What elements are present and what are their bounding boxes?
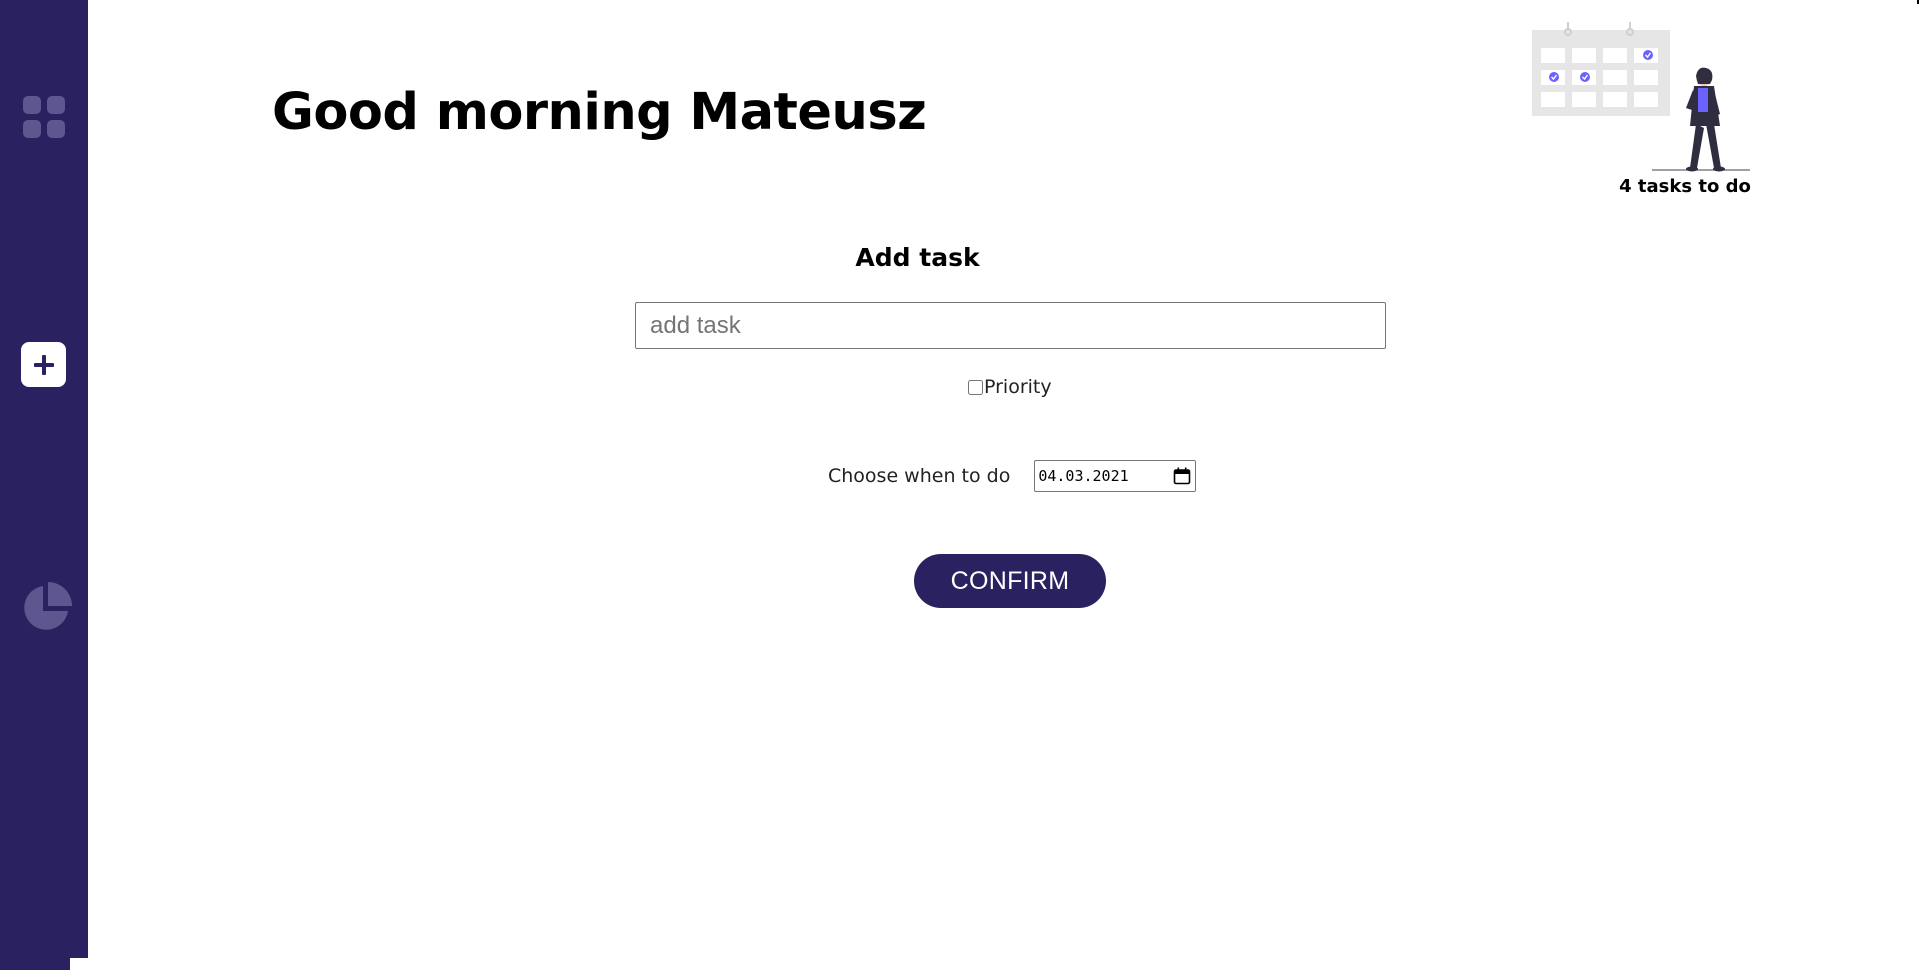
priority-label[interactable]: Priority bbox=[984, 376, 1052, 398]
priority-row: Priority bbox=[968, 375, 1052, 399]
calendar-icon[interactable] bbox=[1173, 467, 1191, 485]
plus-icon bbox=[33, 354, 54, 375]
add-task-heading: Add task bbox=[0, 243, 1919, 272]
calendar-illustration bbox=[1532, 22, 1750, 172]
sidebar-item-add-task[interactable] bbox=[21, 342, 66, 387]
pie-chart-icon bbox=[24, 582, 72, 630]
sidebar bbox=[0, 0, 88, 970]
date-row: Choose when to do 04.03.2021 bbox=[828, 459, 1197, 493]
date-value: 04.03.2021 bbox=[1038, 467, 1129, 485]
sidebar-item-statistics[interactable] bbox=[20, 582, 72, 634]
sidebar-corner bbox=[70, 958, 88, 970]
sidebar-item-dashboard[interactable] bbox=[22, 95, 66, 139]
confirm-button[interactable]: CONFIRM bbox=[914, 554, 1106, 608]
add-task-heading-text: Add task bbox=[855, 243, 980, 272]
date-label: Choose when to do bbox=[828, 465, 1011, 487]
page-title: Good morning Mateusz bbox=[272, 83, 927, 142]
app-root: Good morning Mateusz 4 tasks to do Add t… bbox=[0, 0, 1919, 970]
task-input[interactable] bbox=[635, 302, 1386, 349]
tasks-count: 4 tasks to do bbox=[1619, 176, 1751, 197]
priority-checkbox[interactable] bbox=[968, 379, 983, 395]
date-input[interactable]: 04.03.2021 bbox=[1034, 460, 1197, 492]
grid-icon bbox=[23, 96, 65, 138]
